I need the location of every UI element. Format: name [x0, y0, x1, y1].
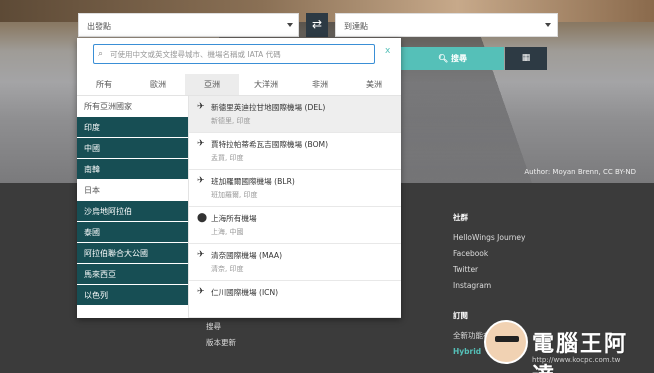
- search-icon: 🔍︎: [438, 54, 449, 63]
- country-item[interactable]: 南韓: [77, 159, 188, 180]
- calendar-icon: ▦: [521, 53, 531, 63]
- tab-asia[interactable]: 亞洲: [185, 74, 239, 95]
- footer-social-heading: 社群: [453, 213, 468, 222]
- plane-icon: ✈: [197, 250, 205, 260]
- region-tabs: 所有 歐洲 亞洲 大洋洲 非洲 美洲: [77, 74, 401, 96]
- airport-item[interactable]: ✈ 賈特拉帕蒂希瓦吉國際機場 (BOM) 孟買, 印度: [189, 133, 401, 170]
- tab-europe[interactable]: 歐洲: [131, 74, 185, 95]
- tab-americas[interactable]: 美洲: [347, 74, 401, 95]
- watermark: 電腦王阿達 http://www.kocpc.com.tw: [484, 318, 644, 373]
- airport-name: 賈特拉帕蒂希瓦吉國際機場 (BOM): [211, 140, 329, 149]
- to-field[interactable]: 到達點: [335, 13, 558, 37]
- plane-icon: ✈: [197, 287, 205, 297]
- chevron-down-icon: [287, 23, 293, 27]
- watermark-url: http://www.kocpc.com.tw: [532, 356, 621, 364]
- footer-link-search[interactable]: 搜尋: [206, 319, 236, 335]
- airport-name: 新德里英迪拉甘地國際機場 (DEL): [211, 103, 326, 112]
- tab-oceania[interactable]: 大洋洲: [239, 74, 293, 95]
- plane-icon: ✈: [197, 139, 205, 149]
- footer-social: 社群 HelloWings Journey Facebook Twitter I…: [453, 210, 525, 294]
- country-item[interactable]: 印度: [77, 117, 188, 138]
- country-item[interactable]: 以色列: [77, 285, 188, 306]
- to-placeholder: 到達點: [344, 22, 368, 31]
- from-placeholder: 出發點: [87, 22, 111, 31]
- country-item[interactable]: 沙烏地阿拉伯: [77, 201, 188, 222]
- airport-location: 清奈, 印度: [211, 265, 244, 273]
- close-icon[interactable]: x: [385, 46, 390, 56]
- swap-icon: ⇄: [311, 17, 323, 31]
- airport-name: 仁川國際機場 (ICN): [211, 288, 279, 297]
- country-item[interactable]: 馬來西亞: [77, 264, 188, 285]
- country-item[interactable]: 泰國: [77, 222, 188, 243]
- search-button[interactable]: 🔍︎ 搜尋: [401, 47, 504, 70]
- airport-location: 新德里, 印度: [211, 117, 251, 125]
- airport-item[interactable]: ✈ 新德里英迪拉甘地國際機場 (DEL) 新德里, 印度: [189, 96, 401, 133]
- airport-location: 班加羅爾, 印度: [211, 191, 258, 199]
- footer-links: 搜尋 版本更新: [206, 319, 236, 351]
- search-button-label: 搜尋: [450, 54, 467, 63]
- footer-link-facebook[interactable]: Facebook: [453, 246, 525, 262]
- watermark-avatar: [484, 320, 528, 364]
- tab-all[interactable]: 所有: [77, 74, 131, 95]
- country-item[interactable]: 所有亞洲國家: [77, 96, 188, 117]
- tab-africa[interactable]: 非洲: [293, 74, 347, 95]
- watermark-text: 電腦王阿達: [532, 332, 629, 373]
- airport-list: ✈ 新德里英迪拉甘地國際機場 (DEL) 新德里, 印度 ✈ 賈特拉帕蒂希瓦吉國…: [188, 96, 401, 318]
- swap-button[interactable]: ⇄: [306, 13, 328, 37]
- airport-name: 清奈國際機場 (MAA): [211, 251, 283, 260]
- search-icon: ⌕: [98, 49, 104, 59]
- airport-item[interactable]: ✈ 清奈國際機場 (MAA) 清奈, 印度: [189, 244, 401, 281]
- footer-link-journey[interactable]: HelloWings Journey: [453, 230, 525, 246]
- calendar-button[interactable]: ▦: [505, 47, 547, 70]
- country-item[interactable]: 日本: [77, 180, 188, 201]
- plane-icon: ✈: [197, 176, 205, 186]
- country-list: 所有亞洲國家 印度 中國 南韓 日本 沙烏地阿拉伯 泰國 阿拉伯聯合大公國 馬來…: [77, 96, 188, 318]
- airport-dropdown: ⌕ x 所有 歐洲 亞洲 大洋洲 非洲 美洲 所有亞洲國家 印度 中國 南韓 日…: [77, 38, 401, 318]
- country-item[interactable]: 中國: [77, 138, 188, 159]
- airport-location: 上海, 中國: [211, 228, 244, 236]
- airport-item[interactable]: ⬤ 上海所有機場 上海, 中國: [189, 207, 401, 244]
- footer-link-releases[interactable]: 版本更新: [206, 335, 236, 351]
- airport-name: 班加羅爾國際機場 (BLR): [211, 177, 295, 186]
- chevron-down-icon: [545, 23, 551, 27]
- plane-icon: ✈: [197, 102, 205, 112]
- airport-item[interactable]: ✈ 仁川國際機場 (ICN): [189, 281, 401, 318]
- airport-name: 上海所有機場: [211, 214, 257, 223]
- photo-credit: Author: Moyan Brenn, CC BY-ND: [524, 168, 636, 176]
- airport-item[interactable]: ✈ 班加羅爾國際機場 (BLR) 班加羅爾, 印度: [189, 170, 401, 207]
- airport-location: 孟買, 印度: [211, 154, 244, 162]
- location-pin-icon: ⬤: [197, 213, 208, 223]
- footer-link-instagram[interactable]: Instagram: [453, 278, 525, 294]
- country-item[interactable]: 阿拉伯聯合大公國: [77, 243, 188, 264]
- airport-search-input[interactable]: [94, 45, 374, 63]
- footer-link-twitter[interactable]: Twitter: [453, 262, 525, 278]
- from-field[interactable]: 出發點: [78, 13, 299, 37]
- airport-search-box[interactable]: ⌕: [93, 44, 375, 64]
